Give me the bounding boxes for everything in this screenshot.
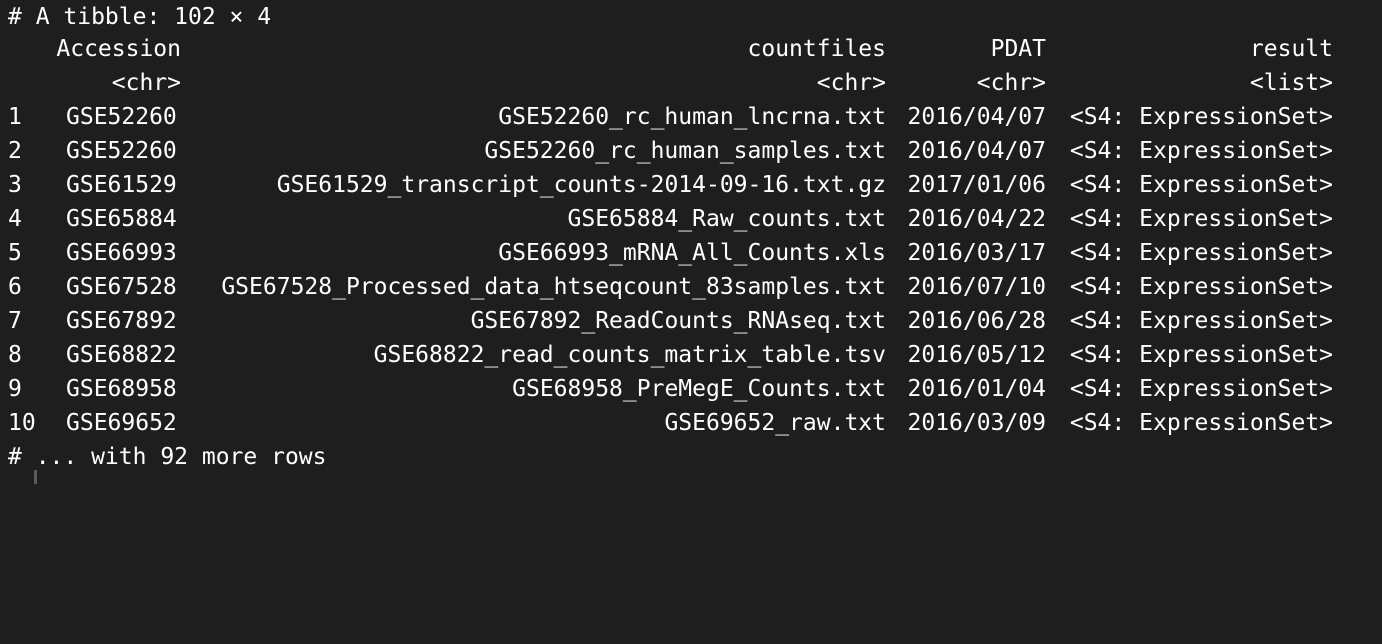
- row-pdat: 2016/03/17: [907, 240, 1046, 266]
- table-row: 8 GSE68822 GSE68822_read_counts_matrix_t…: [0, 338, 1382, 372]
- row-index: 3: [8, 172, 22, 198]
- row-index: 10: [8, 410, 36, 436]
- row-result: <S4: ExpressionSet>: [1069, 240, 1333, 266]
- row-accession: GSE61529: [66, 172, 177, 198]
- row-countfiles: GSE65884_Raw_counts.txt: [567, 206, 887, 232]
- row-index: 1: [8, 104, 22, 130]
- row-index: 2: [8, 138, 22, 164]
- row-accession: GSE68822: [66, 342, 177, 368]
- row-index: 6: [8, 274, 22, 300]
- column-names-row: Accession countfiles PDAT result: [0, 32, 1382, 66]
- column-name-pdat: PDAT: [990, 36, 1046, 62]
- table-row: 3 GSE61529 GSE61529_transcript_counts-20…: [0, 168, 1382, 202]
- tibble-footer-text: # ... with 92 more rows: [8, 444, 327, 470]
- row-index: 4: [8, 206, 22, 232]
- column-type-result: <list>: [1249, 70, 1333, 96]
- row-pdat: 2016/04/07: [907, 104, 1046, 130]
- row-countfiles: GSE67892_ReadCounts_RNAseq.txt: [470, 308, 886, 334]
- row-pdat: 2016/05/12: [907, 342, 1046, 368]
- row-index: 7: [8, 308, 22, 334]
- row-countfiles: GSE52260_rc_human_samples.txt: [484, 138, 886, 164]
- table-row: 2 GSE52260 GSE52260_rc_human_samples.txt…: [0, 134, 1382, 168]
- row-accession: GSE66993: [66, 240, 177, 266]
- row-countfiles: GSE69652_raw.txt: [664, 410, 886, 436]
- tibble-footer: # ... with 92 more rows: [0, 440, 1382, 474]
- row-accession: GSE67528: [66, 274, 177, 300]
- row-countfiles: GSE68958_PreMegE_Counts.txt: [512, 376, 886, 402]
- row-accession: GSE65884: [66, 206, 177, 232]
- tibble-header: # A tibble: 102 × 4: [0, 0, 1382, 34]
- table-row: 9 GSE68958 GSE68958_PreMegE_Counts.txt 2…: [0, 372, 1382, 406]
- row-pdat: 2016/04/22: [907, 206, 1046, 232]
- row-index: 8: [8, 342, 22, 368]
- row-pdat: 2016/07/10: [907, 274, 1046, 300]
- row-index: 5: [8, 240, 22, 266]
- row-pdat: 2016/06/28: [907, 308, 1046, 334]
- row-index: 9: [8, 376, 22, 402]
- table-row: 10 GSE69652 GSE69652_raw.txt 2016/03/09 …: [0, 406, 1382, 440]
- table-row: 1 GSE52260 GSE52260_rc_human_lncrna.txt …: [0, 100, 1382, 134]
- row-accession: GSE69652: [66, 410, 177, 436]
- row-countfiles: GSE66993_mRNA_All_Counts.xls: [498, 240, 886, 266]
- row-result: <S4: ExpressionSet>: [1069, 342, 1333, 368]
- row-result: <S4: ExpressionSet>: [1069, 172, 1333, 198]
- row-accession: GSE68958: [66, 376, 177, 402]
- text-cursor: [34, 470, 37, 484]
- row-countfiles: GSE61529_transcript_counts-2014-09-16.tx…: [276, 172, 886, 198]
- column-name-result: result: [1249, 36, 1333, 62]
- column-name-countfiles: countfiles: [747, 36, 886, 62]
- terminal-output: # A tibble: 102 × 4 Accession countfiles…: [0, 0, 1382, 484]
- row-result: <S4: ExpressionSet>: [1069, 138, 1333, 164]
- column-types-row: <chr> <chr> <chr> <list>: [0, 66, 1382, 100]
- row-result: <S4: ExpressionSet>: [1069, 410, 1333, 436]
- row-result: <S4: ExpressionSet>: [1069, 274, 1333, 300]
- row-pdat: 2017/01/06: [907, 172, 1046, 198]
- row-accession: GSE52260: [66, 138, 177, 164]
- row-pdat: 2016/04/07: [907, 138, 1046, 164]
- row-result: <S4: ExpressionSet>: [1069, 104, 1333, 130]
- row-pdat: 2016/03/09: [907, 410, 1046, 436]
- row-result: <S4: ExpressionSet>: [1069, 376, 1333, 402]
- row-countfiles: GSE67528_Processed_data_htseqcount_83sam…: [221, 274, 886, 300]
- table-row: 7 GSE67892 GSE67892_ReadCounts_RNAseq.tx…: [0, 304, 1382, 338]
- column-type-countfiles: <chr>: [816, 70, 886, 96]
- row-countfiles: GSE52260_rc_human_lncrna.txt: [498, 104, 886, 130]
- tibble-header-text: # A tibble: 102 × 4: [8, 4, 272, 30]
- table-row: 6 GSE67528 GSE67528_Processed_data_htseq…: [0, 270, 1382, 304]
- column-name-accession: Accession: [56, 36, 181, 62]
- table-row: 5 GSE66993 GSE66993_mRNA_All_Counts.xls …: [0, 236, 1382, 270]
- row-accession: GSE52260: [66, 104, 177, 130]
- column-type-pdat: <chr>: [976, 70, 1046, 96]
- row-result: <S4: ExpressionSet>: [1069, 206, 1333, 232]
- row-result: <S4: ExpressionSet>: [1069, 308, 1333, 334]
- row-pdat: 2016/01/04: [907, 376, 1046, 402]
- table-row: 4 GSE65884 GSE65884_Raw_counts.txt 2016/…: [0, 202, 1382, 236]
- column-type-accession: <chr>: [111, 70, 181, 96]
- row-accession: GSE67892: [66, 308, 177, 334]
- row-countfiles: GSE68822_read_counts_matrix_table.tsv: [373, 342, 886, 368]
